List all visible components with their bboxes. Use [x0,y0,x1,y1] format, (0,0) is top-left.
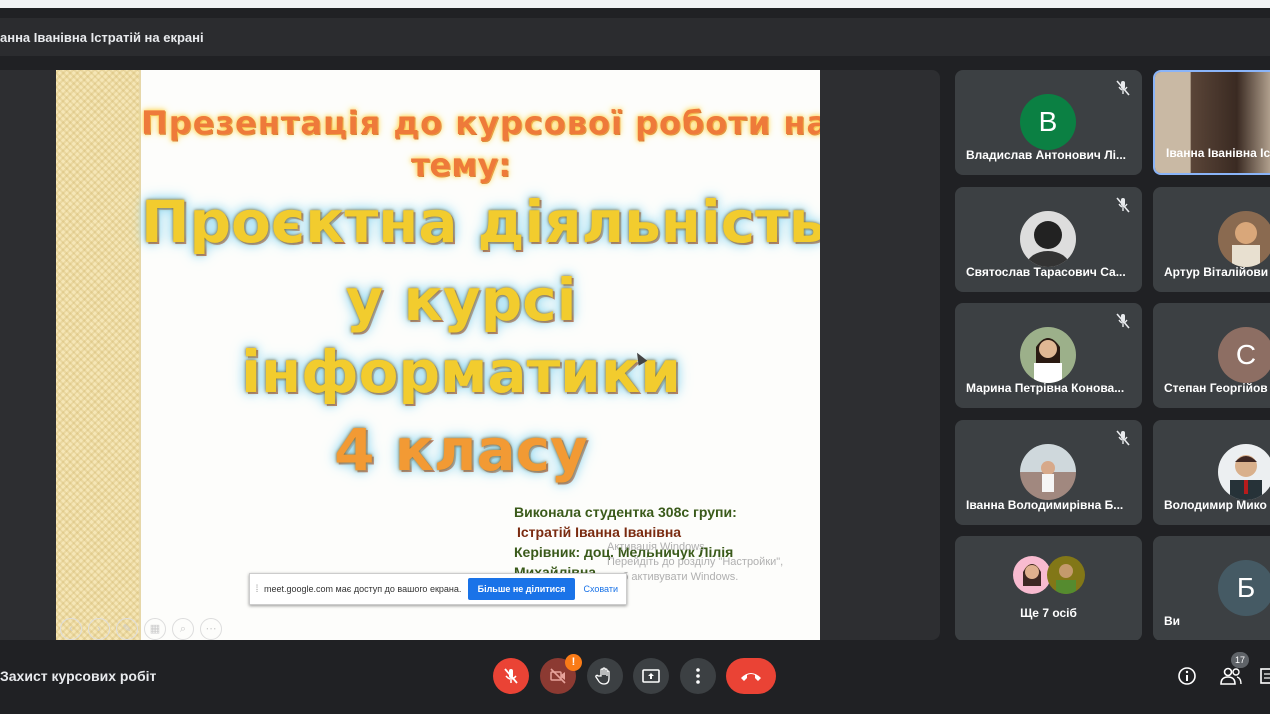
author-name: Істратій Іванна Іванівна [517,524,682,540]
screen-share-bar: ⁞ meet.google.com має доступ до вашого е… [249,573,627,605]
stop-sharing-button[interactable]: Більше не ділитися [467,578,576,600]
mic-off-icon [1116,197,1130,213]
more-participants-label: Ще 7 осіб [1020,606,1077,620]
slide: Презентація до курсової роботи на тему: … [56,70,820,640]
drag-handle-icon[interactable]: ⁞ [250,584,264,595]
slide-decorative-border [56,70,141,640]
more-participants-tile[interactable]: Ще 7 осіб [955,536,1142,641]
meeting-name: Захист курсових робіт [0,668,157,684]
participant-name: Марина Петрівна Конова... [966,381,1125,395]
windows-activation-watermark: Активація Windows Перейдіть до розділу "… [607,540,783,585]
mic-off-icon [504,668,518,684]
avatar: В [1020,94,1076,150]
camera-toggle-button[interactable]: ! [540,654,582,694]
avatar [1020,444,1076,500]
slide-title-line2: тему: [410,146,512,184]
mic-off-icon [1116,313,1130,329]
raise-hand-button[interactable] [587,658,623,694]
participant-tile[interactable]: Марина Петрівна Конова... [955,303,1142,408]
zoom-icon[interactable]: ⌕ [172,618,194,640]
present-screen-button[interactable] [633,658,669,694]
watermark-line1: Активація Windows [607,541,705,553]
participant-name: Святослав Тарасович Са... [966,265,1126,279]
profile-photo-icon [1013,556,1051,594]
next-slide-icon[interactable]: › [88,618,110,640]
prev-slide-icon[interactable]: ‹ [60,618,82,640]
meeting-controls-bar: Захист курсових робіт ! 17 [0,640,1270,714]
avatar [1013,556,1051,594]
pen-icon[interactable]: ✎ [116,618,138,640]
present-icon [642,669,660,683]
browser-top-strip [0,0,1270,8]
participant-name: Іванна Володимирівна Б... [966,498,1124,512]
participants-button[interactable] [1219,666,1243,691]
participant-name: Владислав Антонович Лі... [966,148,1126,162]
slide-topic-line3: інформатики [241,338,681,406]
profile-photo-icon [1020,211,1076,267]
slide-topic-line4: 4 класу [334,416,588,484]
participant-name: Степан Георгійов [1164,381,1268,395]
participant-name: Володимир Мико [1164,498,1267,512]
participant-name: Ви [1164,614,1181,628]
camera-off-icon [550,668,566,684]
info-icon [1178,667,1196,685]
watermark-line2: Перейдіть до розділу "Настройки", [607,556,784,568]
more-options-icon[interactable]: ⋯ [200,618,222,640]
participant-tile[interactable]: Володимир Мико [1153,420,1270,525]
avatar: Б [1218,560,1270,616]
participant-name: Артур Віталійови [1164,265,1269,279]
slide-topic-line2: у курсі [345,266,577,334]
hand-icon [595,667,610,685]
participant-tile[interactable]: Артур Віталійови [1153,187,1270,292]
profile-photo-icon [1020,327,1076,383]
share-message: meet.google.com має доступ до вашого екр… [264,584,462,594]
chat-icon [1260,668,1270,684]
participant-tile-active-speaker[interactable]: Іванна Іванівна Іс [1153,70,1270,175]
more-vert-icon [696,668,700,684]
avatar [1020,327,1076,383]
avatar [1020,211,1076,267]
author-label: Виконала студентка 308с групи: [514,504,737,520]
avatar: С [1218,327,1270,383]
profile-photo-icon [1047,556,1085,594]
hide-button[interactable]: Сховати [583,584,618,594]
profile-photo-icon [1020,444,1076,500]
participant-name: Іванна Іванівна Іс [1166,146,1270,160]
participant-tile[interactable]: Іванна Володимирівна Б... [955,420,1142,525]
leave-call-button[interactable] [726,658,776,694]
camera-warning-badge: ! [565,654,582,671]
watermark-line3: щоб активувати Windows. [607,571,739,583]
meeting-details-button[interactable] [1177,666,1197,691]
avatar [1047,556,1085,594]
mic-toggle-button[interactable] [493,658,529,694]
participant-count-badge: 17 [1231,652,1249,668]
mic-off-icon [1116,80,1130,96]
slide-topic-line1: Проєктна діяльність [141,188,820,256]
profile-photo-icon [1218,444,1270,500]
presentation-stage: Презентація до курсової роботи на тему: … [0,70,940,640]
participant-tile[interactable]: В Владислав Антонович Лі... [955,70,1142,175]
chat-button[interactable] [1260,668,1270,691]
participant-tile[interactable]: С Степан Георгійов [1153,303,1270,408]
hang-up-icon [741,673,761,681]
mic-off-icon [1116,430,1130,446]
presenting-banner-text: анна Іванівна Істратій на екрані [0,29,204,45]
avatar [1218,444,1270,500]
avatar [1218,211,1270,267]
profile-photo-icon [1218,211,1270,267]
participant-tile[interactable]: Святослав Тарасович Са... [955,187,1142,292]
self-tile[interactable]: Б Ви [1153,536,1270,641]
slides-icon[interactable]: ▦ [144,618,166,640]
presenting-banner: анна Іванівна Істратій на екрані [0,18,1270,56]
more-options-button[interactable] [680,658,716,694]
slide-title-line1: Презентація до курсової роботи на [141,104,820,142]
slideshow-controls: ‹ › ✎ ▦ ⌕ ⋯ [60,618,222,640]
people-icon [1220,667,1242,685]
